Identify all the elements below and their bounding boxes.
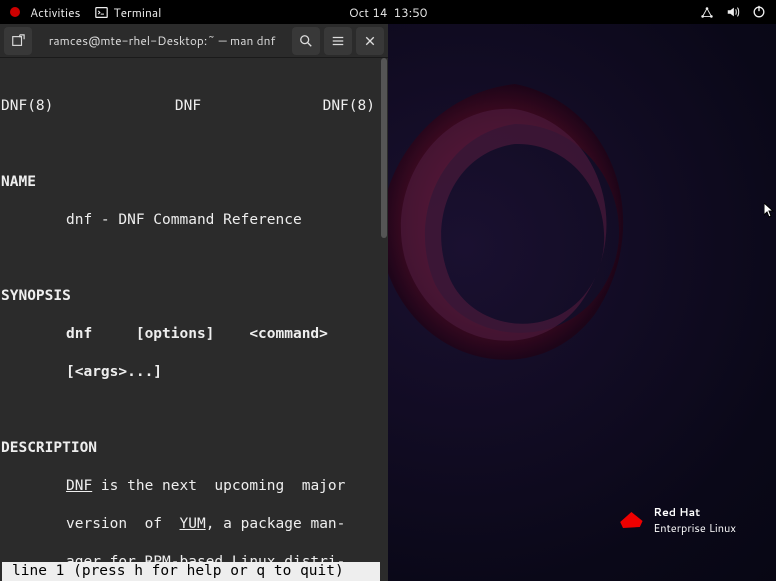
yum-link: YUM <box>180 516 206 532</box>
section-name: NAME <box>1 173 387 192</box>
date-label: Oct 14 <box>349 4 388 21</box>
current-app-button[interactable]: Terminal <box>95 4 162 21</box>
new-tab-icon <box>11 34 25 48</box>
man-header-right: DNF(8) <box>323 97 387 116</box>
section-description: DESCRIPTION <box>1 439 387 458</box>
terminal-window: ramces@mte-rhel-Desktop:~ — man dnf DNF(… <box>0 24 388 581</box>
close-button[interactable] <box>356 27 384 55</box>
hamburger-icon <box>331 34 345 48</box>
brand-line2: Enterprise Linux <box>653 520 736 536</box>
mouse-cursor-icon <box>764 202 774 218</box>
synopsis-line-2: [<args>...] <box>1 363 387 382</box>
time-label: 13:50 <box>394 4 428 21</box>
search-icon <box>299 34 313 48</box>
terminal-titlebar[interactable]: ramces@mte-rhel-Desktop:~ — man dnf <box>0 24 388 58</box>
search-button[interactable] <box>292 27 320 55</box>
menu-button[interactable] <box>324 27 352 55</box>
distro-logo-icon <box>10 7 20 17</box>
volume-icon[interactable] <box>726 5 740 19</box>
desc-line: version of YUM, a package man- <box>1 515 387 534</box>
new-tab-button[interactable] <box>4 27 32 55</box>
wallpaper-swirl-icon <box>355 64 675 384</box>
desc-line: DNF is the next upcoming major <box>1 477 387 496</box>
pager-status-line: line 1 (press h for help or q to quit) <box>2 562 380 581</box>
man-header-center: DNF <box>175 97 201 116</box>
power-icon[interactable] <box>752 5 766 19</box>
man-header-left: DNF(8) <box>1 97 53 116</box>
synopsis-line-1: dnf [options] <command> <box>1 325 387 344</box>
redhat-icon <box>617 510 645 530</box>
rhel-branding: Red Hat Enterprise Linux <box>617 504 736 536</box>
activities-label: Activities <box>30 4 81 21</box>
dnf-link: DNF <box>66 478 92 494</box>
brand-line1: Red Hat <box>653 504 736 520</box>
section-synopsis: SYNOPSIS <box>1 287 387 306</box>
terminal-viewport[interactable]: DNF(8) DNF DNF(8) NAME dnf - DNF Command R… <box>0 58 388 581</box>
current-app-label: Terminal <box>114 4 162 21</box>
close-icon <box>364 35 376 47</box>
network-icon[interactable] <box>700 5 714 19</box>
scrollbar-thumb[interactable] <box>381 58 387 238</box>
gnome-topbar: Activities Terminal Oct 14 13:50 <box>0 0 776 24</box>
activities-button[interactable]: Activities <box>10 4 81 21</box>
terminal-icon <box>95 6 108 19</box>
clock-button[interactable]: Oct 14 13:50 <box>349 4 428 21</box>
window-title: ramces@mte-rhel-Desktop:~ — man dnf <box>36 32 288 49</box>
name-line: dnf - DNF Command Reference <box>1 211 387 230</box>
